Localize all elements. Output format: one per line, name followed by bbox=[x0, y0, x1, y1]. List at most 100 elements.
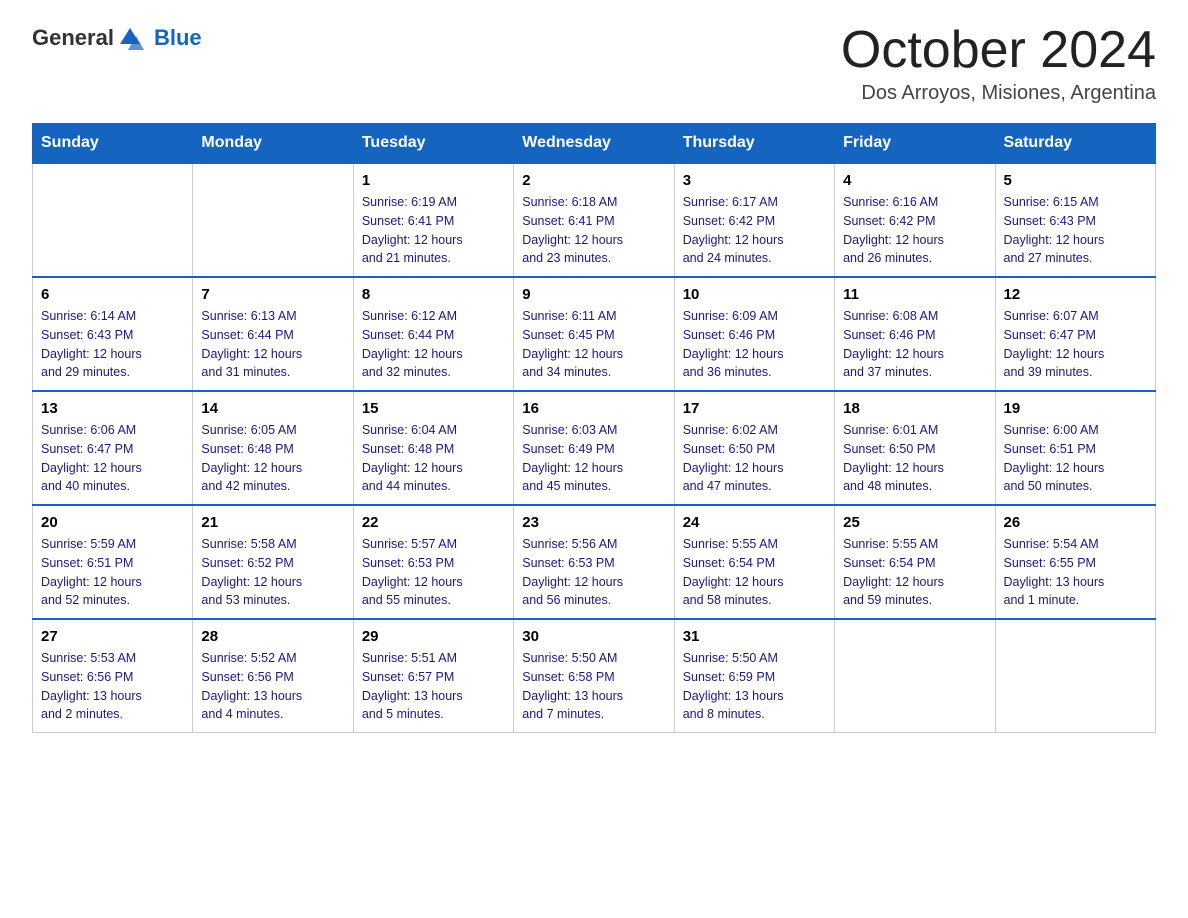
calendar-week-row: 6Sunrise: 6:14 AM Sunset: 6:43 PM Daylig… bbox=[33, 277, 1156, 391]
day-info: Sunrise: 5:50 AM Sunset: 6:58 PM Dayligh… bbox=[522, 649, 665, 724]
calendar-cell: 23 Sunrise: 5:56 AM Sunset: 6:53 PM Dayli… bbox=[514, 505, 674, 619]
day-info: Sunrise: 5:51 AM Sunset: 6:57 PM Dayligh… bbox=[362, 649, 505, 724]
day-info: Sunrise: 6:16 AM Sunset: 6:42 PM Dayligh… bbox=[843, 193, 986, 268]
calendar-cell: 24Sunrise: 5:55 AM Sunset: 6:54 PM Dayli… bbox=[674, 505, 834, 619]
day-number: 18 bbox=[843, 400, 986, 417]
day-number: 3 bbox=[683, 172, 826, 189]
day-number: 22 bbox=[362, 514, 505, 531]
day-number: 12 bbox=[1004, 286, 1147, 303]
day-number: 24 bbox=[683, 514, 826, 531]
calendar-cell: 8Sunrise: 6:12 AM Sunset: 6:44 PM Daylig… bbox=[353, 277, 513, 391]
calendar-cell: 20Sunrise: 5:59 AM Sunset: 6:51 PM Dayli… bbox=[33, 505, 193, 619]
calendar-cell: 13 Sunrise: 6:06 AM Sunset: 6:47 PM Dayli… bbox=[33, 391, 193, 505]
day-info: Sunrise: 5:54 AM Sunset: 6:55 PM Dayligh… bbox=[1004, 535, 1147, 610]
calendar-cell: 2 Sunrise: 6:18 AM Sunset: 6:41 PM Daylig… bbox=[514, 163, 674, 277]
logo: General Blue bbox=[32, 24, 202, 52]
header-cell-saturday: Saturday bbox=[995, 124, 1155, 164]
logo-icon bbox=[116, 24, 144, 52]
calendar-cell: 29 Sunrise: 5:51 AM Sunset: 6:57 PM Dayli… bbox=[353, 619, 513, 733]
day-number: 15 bbox=[362, 400, 505, 417]
day-info: Sunrise: 5:58 AM Sunset: 6:52 PM Dayligh… bbox=[201, 535, 344, 610]
day-number: 28 bbox=[201, 628, 344, 645]
day-number: 2 bbox=[522, 172, 665, 189]
day-number: 20 bbox=[41, 514, 184, 531]
day-info: Sunrise: 5:52 AM Sunset: 6:56 PM Dayligh… bbox=[201, 649, 344, 724]
day-number: 16 bbox=[522, 400, 665, 417]
day-info: Sunrise: 6:04 AM Sunset: 6:48 PM Dayligh… bbox=[362, 421, 505, 496]
day-number: 13 bbox=[41, 400, 184, 417]
calendar-cell: 26 Sunrise: 5:54 AM Sunset: 6:55 PM Dayli… bbox=[995, 505, 1155, 619]
day-info: Sunrise: 5:53 AM Sunset: 6:56 PM Dayligh… bbox=[41, 649, 184, 724]
calendar-cell: 19 Sunrise: 6:00 AM Sunset: 6:51 PM Dayli… bbox=[995, 391, 1155, 505]
calendar-cell: 6Sunrise: 6:14 AM Sunset: 6:43 PM Daylig… bbox=[33, 277, 193, 391]
page-header: General Blue October 2024 Dos Arroyos, M… bbox=[32, 24, 1156, 105]
calendar-header-row: SundayMondayTuesdayWednesdayThursdayFrid… bbox=[33, 124, 1156, 164]
day-info: Sunrise: 6:07 AM Sunset: 6:47 PM Dayligh… bbox=[1004, 307, 1147, 382]
calendar-cell: 16 Sunrise: 6:03 AM Sunset: 6:49 PM Dayli… bbox=[514, 391, 674, 505]
location-subtitle: Dos Arroyos, Misiones, Argentina bbox=[841, 82, 1156, 105]
calendar-cell: 4 Sunrise: 6:16 AM Sunset: 6:42 PM Daylig… bbox=[835, 163, 995, 277]
day-info: Sunrise: 6:19 AM Sunset: 6:41 PM Dayligh… bbox=[362, 193, 505, 268]
header-cell-thursday: Thursday bbox=[674, 124, 834, 164]
day-number: 29 bbox=[362, 628, 505, 645]
logo-general: General bbox=[32, 25, 114, 51]
calendar-week-row: 1 Sunrise: 6:19 AM Sunset: 6:41 PM Daylig… bbox=[33, 163, 1156, 277]
day-info: Sunrise: 6:18 AM Sunset: 6:41 PM Dayligh… bbox=[522, 193, 665, 268]
header-cell-wednesday: Wednesday bbox=[514, 124, 674, 164]
day-number: 26 bbox=[1004, 514, 1147, 531]
calendar-table: SundayMondayTuesdayWednesdayThursdayFrid… bbox=[32, 123, 1156, 733]
day-info: Sunrise: 6:06 AM Sunset: 6:47 PM Dayligh… bbox=[41, 421, 184, 496]
calendar-cell: 27 Sunrise: 5:53 AM Sunset: 6:56 PM Dayli… bbox=[33, 619, 193, 733]
day-info: Sunrise: 5:56 AM Sunset: 6:53 PM Dayligh… bbox=[522, 535, 665, 610]
day-number: 27 bbox=[41, 628, 184, 645]
day-info: Sunrise: 6:08 AM Sunset: 6:46 PM Dayligh… bbox=[843, 307, 986, 382]
day-info: Sunrise: 6:09 AM Sunset: 6:46 PM Dayligh… bbox=[683, 307, 826, 382]
day-number: 19 bbox=[1004, 400, 1147, 417]
day-info: Sunrise: 5:57 AM Sunset: 6:53 PM Dayligh… bbox=[362, 535, 505, 610]
day-number: 10 bbox=[683, 286, 826, 303]
day-number: 31 bbox=[683, 628, 826, 645]
logo-blue: Blue bbox=[154, 25, 202, 51]
calendar-cell: 12 Sunrise: 6:07 AM Sunset: 6:47 PM Dayli… bbox=[995, 277, 1155, 391]
day-number: 14 bbox=[201, 400, 344, 417]
day-info: Sunrise: 6:05 AM Sunset: 6:48 PM Dayligh… bbox=[201, 421, 344, 496]
calendar-cell: 9Sunrise: 6:11 AM Sunset: 6:45 PM Daylig… bbox=[514, 277, 674, 391]
header-cell-tuesday: Tuesday bbox=[353, 124, 513, 164]
day-info: Sunrise: 6:02 AM Sunset: 6:50 PM Dayligh… bbox=[683, 421, 826, 496]
calendar-cell bbox=[835, 619, 995, 733]
calendar-week-row: 27 Sunrise: 5:53 AM Sunset: 6:56 PM Dayli… bbox=[33, 619, 1156, 733]
calendar-cell: 18Sunrise: 6:01 AM Sunset: 6:50 PM Dayli… bbox=[835, 391, 995, 505]
header-cell-friday: Friday bbox=[835, 124, 995, 164]
calendar-cell: 7 Sunrise: 6:13 AM Sunset: 6:44 PM Daylig… bbox=[193, 277, 353, 391]
calendar-cell: 5 Sunrise: 6:15 AM Sunset: 6:43 PM Daylig… bbox=[995, 163, 1155, 277]
calendar-cell: 15 Sunrise: 6:04 AM Sunset: 6:48 PM Dayli… bbox=[353, 391, 513, 505]
day-info: Sunrise: 6:03 AM Sunset: 6:49 PM Dayligh… bbox=[522, 421, 665, 496]
day-number: 23 bbox=[522, 514, 665, 531]
day-info: Sunrise: 5:55 AM Sunset: 6:54 PM Dayligh… bbox=[843, 535, 986, 610]
calendar-cell: 31 Sunrise: 5:50 AM Sunset: 6:59 PM Dayli… bbox=[674, 619, 834, 733]
day-number: 30 bbox=[522, 628, 665, 645]
day-number: 5 bbox=[1004, 172, 1147, 189]
calendar-cell: 22 Sunrise: 5:57 AM Sunset: 6:53 PM Dayli… bbox=[353, 505, 513, 619]
day-number: 4 bbox=[843, 172, 986, 189]
day-number: 8 bbox=[362, 286, 505, 303]
header-cell-monday: Monday bbox=[193, 124, 353, 164]
calendar-cell: 11Sunrise: 6:08 AM Sunset: 6:46 PM Dayli… bbox=[835, 277, 995, 391]
day-number: 6 bbox=[41, 286, 184, 303]
day-number: 25 bbox=[843, 514, 986, 531]
day-number: 1 bbox=[362, 172, 505, 189]
day-info: Sunrise: 6:13 AM Sunset: 6:44 PM Dayligh… bbox=[201, 307, 344, 382]
calendar-cell bbox=[193, 163, 353, 277]
calendar-cell: 25 Sunrise: 5:55 AM Sunset: 6:54 PM Dayli… bbox=[835, 505, 995, 619]
day-info: Sunrise: 6:15 AM Sunset: 6:43 PM Dayligh… bbox=[1004, 193, 1147, 268]
calendar-cell: 10 Sunrise: 6:09 AM Sunset: 6:46 PM Dayli… bbox=[674, 277, 834, 391]
calendar-cell: 30 Sunrise: 5:50 AM Sunset: 6:58 PM Dayli… bbox=[514, 619, 674, 733]
day-number: 17 bbox=[683, 400, 826, 417]
header-cell-sunday: Sunday bbox=[33, 124, 193, 164]
day-number: 21 bbox=[201, 514, 344, 531]
calendar-cell bbox=[995, 619, 1155, 733]
calendar-cell: 21 Sunrise: 5:58 AM Sunset: 6:52 PM Dayli… bbox=[193, 505, 353, 619]
day-number: 7 bbox=[201, 286, 344, 303]
day-info: Sunrise: 6:00 AM Sunset: 6:51 PM Dayligh… bbox=[1004, 421, 1147, 496]
day-info: Sunrise: 5:50 AM Sunset: 6:59 PM Dayligh… bbox=[683, 649, 826, 724]
